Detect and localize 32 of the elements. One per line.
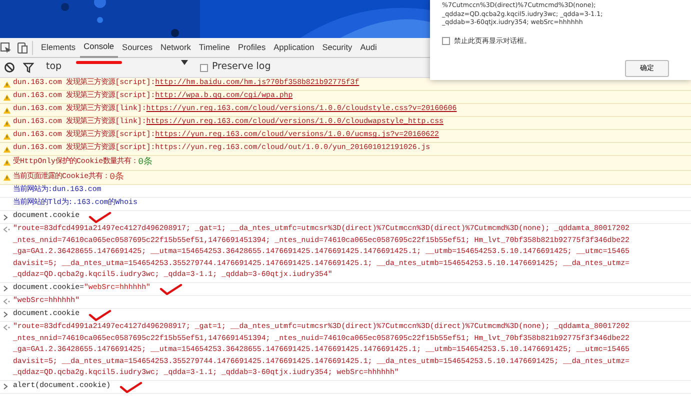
inspect-icon[interactable] — [0, 42, 12, 54]
count-text: 0条 — [110, 170, 124, 184]
caret-icon — [181, 60, 188, 66]
result-icon — [3, 298, 10, 305]
warning-icon — [3, 120, 11, 126]
tab[interactable]: Timeline — [194, 38, 234, 58]
warning-icon — [3, 146, 11, 152]
warning-icon — [3, 94, 11, 100]
prompt-icon — [3, 311, 8, 318]
tab[interactable]: Application — [270, 38, 318, 58]
warning-icon — [3, 132, 11, 140]
result-icon — [3, 324, 10, 331]
device-icon[interactable] — [16, 42, 28, 54]
warning-icon — [3, 159, 11, 166]
tab[interactable]: Network — [156, 38, 195, 58]
tab[interactable]: Sources — [118, 38, 156, 58]
prompt-icon — [3, 214, 8, 220]
filter-icon[interactable] — [23, 62, 34, 73]
warning-icon — [3, 80, 11, 88]
tab[interactable]: Profiles — [234, 38, 270, 58]
prompt-icon — [3, 285, 8, 292]
count-text: 0条 — [138, 156, 152, 169]
context-select[interactable]: top — [42, 60, 192, 75]
result-icon — [3, 226, 10, 233]
prompt-icon — [3, 383, 8, 390]
warning-icon — [3, 106, 11, 114]
block-icon[interactable] — [4, 62, 15, 73]
tab[interactable]: Elements — [37, 38, 80, 58]
warning-icon — [3, 174, 11, 181]
preserve-log-checkbox[interactable]: Preserve log — [200, 60, 271, 75]
tab[interactable]: Audi — [356, 38, 381, 58]
tab[interactable]: Security — [318, 38, 356, 58]
